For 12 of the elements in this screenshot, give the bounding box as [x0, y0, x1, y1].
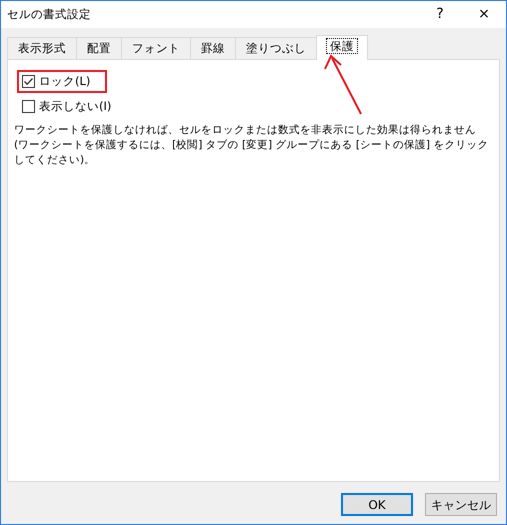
- description-text: ワークシートを保護しなければ、セルをロックまたは数式を非表示にした効果は得られません (ワークシートを保護するには、[校閲] タブの [変更] グループにある [シートの保護] をクリックしてください)。: [14, 122, 490, 168]
- dialog-button[interactable]: OK: [341, 493, 413, 516]
- checkbox[interactable]: [22, 100, 35, 114]
- window-title: セルの書式設定: [7, 6, 92, 23]
- checkbox-label: ロック(L): [39, 73, 90, 90]
- dialog-button[interactable]: キャンセル: [425, 493, 497, 516]
- checkbox-label: 表示しない(I): [39, 98, 112, 116]
- tab[interactable]: 保護: [316, 35, 368, 60]
- help-button[interactable]: ?: [418, 1, 462, 28]
- close-button[interactable]: ×: [462, 1, 506, 28]
- tab[interactable]: 表示形式: [7, 37, 77, 59]
- checkbox[interactable]: [22, 75, 35, 88]
